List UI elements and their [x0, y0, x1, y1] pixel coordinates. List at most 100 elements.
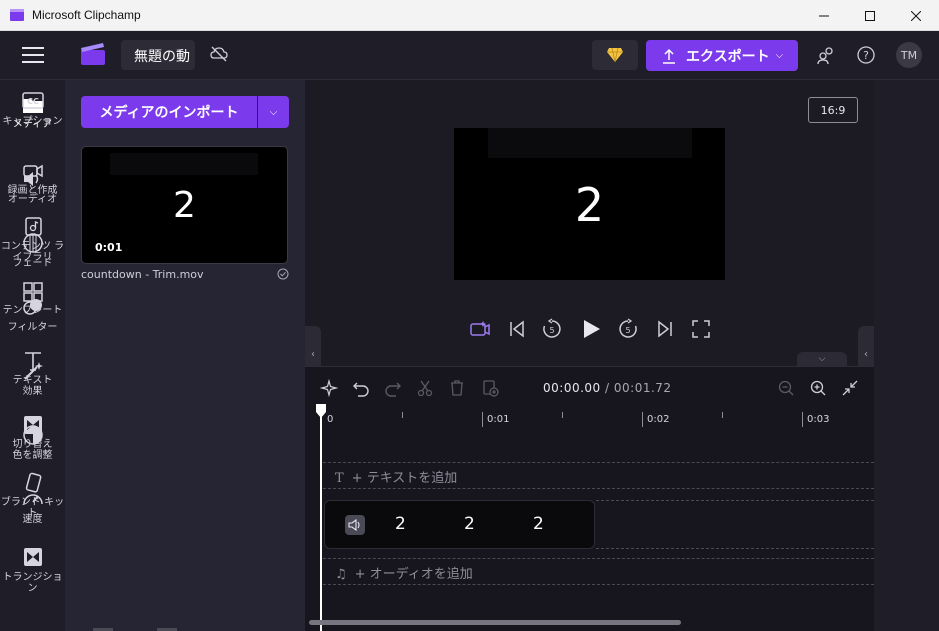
playhead[interactable]	[320, 410, 322, 631]
redo-icon[interactable]	[384, 379, 402, 397]
audio-track[interactable]: ♫ + オーディオを追加	[323, 558, 874, 585]
media-filename: countdown - Trim.mov	[81, 268, 204, 281]
skip-forward-icon[interactable]	[654, 318, 676, 340]
project-name-field[interactable]: 無題の動	[121, 40, 195, 70]
audio-track-label: ♫ + オーディオを追加	[335, 567, 473, 582]
import-dropdown-button[interactable]: ⌵	[258, 96, 289, 128]
cloud-offline-icon[interactable]	[210, 45, 228, 63]
timecode-display: 00:00.00 / 00:01.72	[543, 381, 672, 395]
ruler-major-tick	[642, 412, 643, 427]
help-icon[interactable]: ?	[856, 45, 876, 65]
ruler-tick-label: 0:01	[487, 414, 510, 425]
clip-audio-button[interactable]	[345, 515, 365, 535]
rightnav-item-label: フィルター	[7, 322, 58, 333]
import-media-button[interactable]: メディアのインポート	[81, 96, 257, 128]
trash-icon[interactable]	[448, 379, 466, 397]
text-track[interactable]: T + テキストを追加	[323, 462, 874, 489]
current-time: 00:00.00	[543, 381, 601, 395]
playhead-handle[interactable]	[315, 404, 327, 418]
undo-icon[interactable]	[352, 379, 370, 397]
speaker-icon	[23, 172, 38, 186]
video-preview[interactable]: 2	[454, 128, 725, 280]
ruler-major-tick	[802, 412, 803, 427]
ruler-tick-label: 0:02	[647, 414, 670, 425]
magic-wand-icon	[23, 362, 43, 380]
chevron-down-icon: ⌵	[269, 106, 278, 118]
rightnav-item-effects[interactable]: 効果	[0, 360, 65, 397]
check-circle-icon	[277, 268, 289, 280]
thumbnail-duration: 0:01	[95, 241, 123, 254]
rightnav-item-label: 効果	[22, 386, 43, 397]
rightnav-item-label: キャプション	[2, 116, 63, 127]
premium-button[interactable]	[592, 40, 638, 70]
rightnav-item-label: 色を調整	[12, 450, 53, 461]
add-to-timeline-icon[interactable]	[481, 379, 499, 397]
rightnav-item-label: フェード	[12, 258, 53, 269]
rightnav-item-audio[interactable]: オーディオ	[0, 168, 65, 205]
window-title: Microsoft Clipchamp	[32, 8, 141, 22]
video-shade	[488, 128, 692, 158]
rightnav-item-captions[interactable]: CC キャプション	[0, 90, 65, 127]
user-avatar[interactable]: TM	[896, 42, 922, 68]
maximize-button[interactable]	[847, 0, 893, 31]
video-frame-text: 2	[574, 178, 605, 232]
transition-icon	[23, 548, 42, 566]
minimize-button[interactable]	[801, 0, 847, 31]
chevron-left-icon: ‹	[864, 348, 868, 360]
svg-text:?: ?	[863, 49, 869, 62]
clipchamp-logo-icon	[81, 43, 105, 65]
text-t-icon: T	[335, 471, 344, 486]
close-button[interactable]	[893, 0, 939, 31]
timeline-horizontal-scrollbar[interactable]	[309, 620, 681, 625]
chevron-down-icon: ⌵	[775, 50, 784, 61]
ruler-minor-tick	[402, 412, 403, 418]
rightnav-item-label: 速度	[22, 514, 43, 525]
rightnav-item-fade[interactable]: フェード	[0, 232, 65, 269]
export-label: エクスポート	[686, 48, 770, 65]
play-icon[interactable]	[580, 318, 602, 340]
camera-off-icon[interactable]	[469, 318, 491, 340]
fit-timeline-icon[interactable]	[841, 379, 859, 397]
window-titlebar: Microsoft Clipchamp	[0, 0, 939, 31]
svg-text:5: 5	[549, 326, 554, 335]
magic-sparkle-icon[interactable]	[320, 379, 338, 397]
diamond-icon	[607, 47, 623, 63]
zoom-in-icon[interactable]	[809, 379, 827, 397]
fullscreen-icon[interactable]	[690, 318, 712, 340]
clip-frame-text: 2	[464, 514, 475, 534]
captions-icon: CC	[21, 92, 44, 109]
music-note-icon: ♫	[335, 567, 347, 582]
skip-back-icon[interactable]	[506, 318, 528, 340]
media-thumbnail[interactable]: 2 0:01	[81, 146, 288, 264]
time-separator: /	[605, 381, 610, 395]
rightnav-item-transition[interactable]: トランジション	[0, 546, 65, 594]
ruler-major-tick	[482, 412, 483, 427]
video-track-empty[interactable]	[596, 500, 874, 549]
rightnav-item-color[interactable]: 色を調整	[0, 424, 65, 461]
share-people-icon[interactable]	[816, 45, 836, 65]
rightnav-item-speed[interactable]: 速度	[0, 488, 65, 525]
collapse-timeline-button[interactable]: ⌵	[797, 352, 847, 366]
svg-text:CC: CC	[27, 97, 39, 106]
rightnav-item-label: トランジション	[2, 572, 63, 594]
scissors-icon[interactable]	[416, 379, 434, 397]
ruler-tick-label: 0	[327, 414, 334, 425]
ruler-minor-tick	[562, 412, 563, 418]
rightnav-item-filters[interactable]: フィルター	[0, 296, 65, 333]
hamburger-menu-icon[interactable]	[22, 47, 44, 63]
speedometer-icon	[22, 494, 43, 505]
speaker-icon	[348, 518, 360, 532]
ruler-minor-tick	[722, 412, 723, 418]
video-clip[interactable]: 2 2 2	[324, 500, 595, 549]
zoom-out-icon[interactable]	[777, 379, 795, 397]
contrast-icon	[22, 425, 43, 445]
chevron-left-icon: ‹	[311, 348, 315, 360]
clipchamp-app-icon	[10, 9, 24, 21]
aspect-ratio-button[interactable]: 16:9	[808, 97, 858, 123]
rewind-5-icon[interactable]: 5	[541, 318, 563, 340]
filters-icon	[22, 299, 42, 315]
export-button[interactable]: エクスポート ⌵	[646, 40, 798, 71]
ruler-tick-label: 0:03	[807, 414, 830, 425]
forward-5-icon[interactable]: 5	[617, 318, 639, 340]
timeline-ruler[interactable]	[305, 404, 874, 432]
